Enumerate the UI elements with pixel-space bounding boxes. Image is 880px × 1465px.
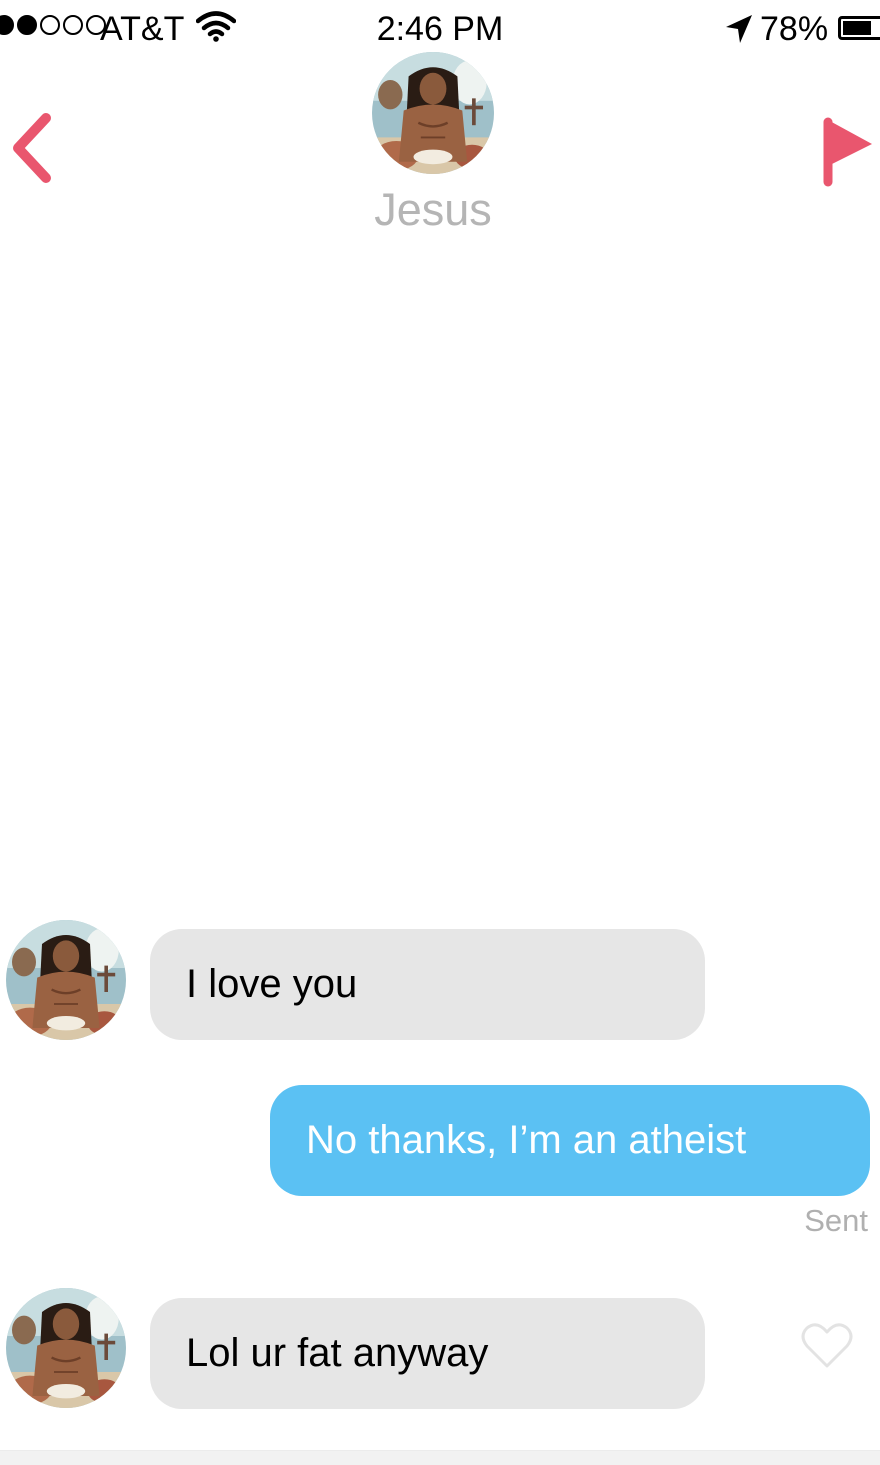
composer-bar-edge (0, 1450, 880, 1465)
battery-fill (843, 21, 871, 35)
like-button[interactable] (801, 1322, 853, 1370)
sender-avatar[interactable] (6, 1288, 126, 1408)
chevron-left-icon (13, 113, 51, 183)
incoming-message-bubble[interactable]: I love you (150, 929, 705, 1040)
flag-icon (823, 117, 872, 187)
back-button[interactable] (8, 112, 58, 184)
report-button[interactable] (816, 112, 876, 188)
contact-avatar[interactable] (372, 52, 494, 174)
message-text: Lol ur fat anyway (186, 1331, 489, 1375)
message-status: Sent (804, 1203, 868, 1238)
contact-name[interactable]: Jesus (0, 184, 866, 236)
incoming-message-bubble[interactable]: Lol ur fat anyway (150, 1298, 705, 1409)
location-arrow-icon (724, 13, 754, 50)
sender-avatar[interactable] (6, 920, 126, 1040)
message-text: No thanks, I’m an atheist (306, 1118, 747, 1162)
message-text: I love you (186, 962, 358, 1006)
battery-icon (838, 16, 880, 40)
battery-percent: 78% (760, 10, 829, 48)
heart-outline-icon (801, 1323, 853, 1368)
outgoing-message-bubble[interactable]: No thanks, I’m an atheist (270, 1085, 870, 1196)
